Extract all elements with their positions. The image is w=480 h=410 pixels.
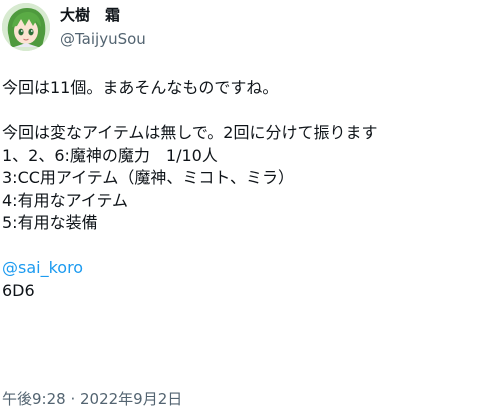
dice-command: 6D6 xyxy=(2,280,35,300)
tweet-line: 5:有用な装備 xyxy=(2,213,98,232)
author-info: 大樹 霜 @TaijyuSou xyxy=(60,5,146,49)
tweet-line xyxy=(2,100,478,123)
tweet-timestamp: 午後9:28 · 2022年9月2日 xyxy=(2,389,182,409)
tweet-line: 1、2、6:魔神の魔力 1/10人 xyxy=(2,145,218,165)
timestamp-separator: · xyxy=(65,390,80,408)
tweet-line: 今回は変なアイテムは無しで。2回に分けて振ります xyxy=(2,123,378,142)
mention-link[interactable]: @sai_koro xyxy=(2,258,83,277)
avatar[interactable] xyxy=(2,3,50,51)
tweet: 大樹 霜 @TaijyuSou 今回は11個。まあそんなものですね。 今回は変な… xyxy=(0,0,480,410)
tweet-line: @sai_koro xyxy=(2,257,478,280)
anime-character-avatar-icon xyxy=(2,3,50,51)
tweet-date-link[interactable]: 2022年9月2日 xyxy=(80,390,182,408)
tweet-line: 3:CC用アイテム（魔神、ミコト、ミラ） xyxy=(2,168,294,187)
tweet-text: 今回は11個。まあそんなものですね。 今回は変なアイテムは無しで。2回に分けて振… xyxy=(2,77,478,302)
tweet-line xyxy=(2,235,478,258)
tweet-line: 今回は11個。まあそんなものですね。 xyxy=(2,78,279,97)
tweet-time-link[interactable]: 午後9:28 xyxy=(2,390,66,408)
tweet-line: 4:有用なアイテム xyxy=(2,190,128,210)
display-name[interactable]: 大樹 霜 xyxy=(60,5,146,25)
user-handle[interactable]: @TaijyuSou xyxy=(60,29,146,49)
